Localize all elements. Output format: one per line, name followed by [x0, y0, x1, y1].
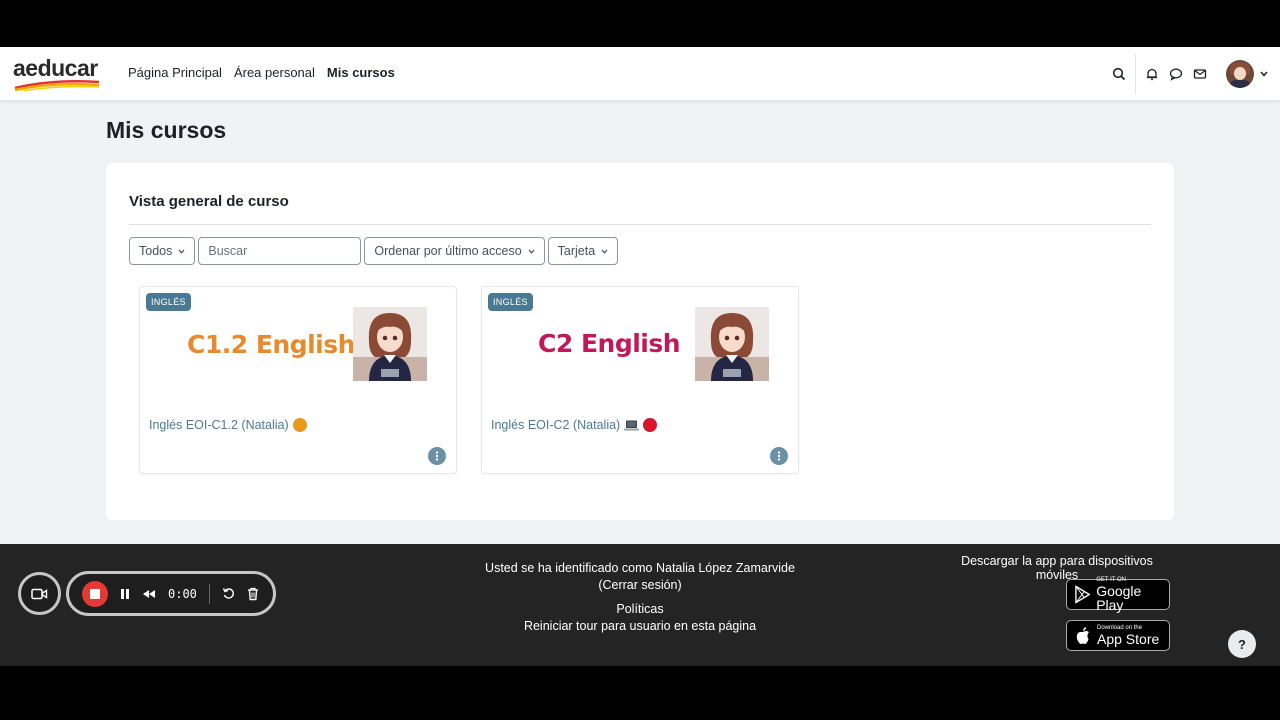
recording-time: 0:00: [168, 586, 197, 601]
logo-text: aeducar: [13, 55, 98, 81]
search-input[interactable]: [198, 237, 362, 265]
laptop-icon: [624, 420, 640, 430]
kebab-icon[interactable]: [770, 447, 788, 465]
course-name-link[interactable]: Inglés EOI-C2 (Natalia): [491, 418, 658, 432]
chevron-down-icon[interactable]: [1254, 62, 1274, 86]
camera-toggle-button[interactable]: [18, 572, 61, 615]
sort-label: Ordenar por último acceso: [374, 244, 522, 258]
chevron-down-icon: [601, 249, 608, 254]
site-logo[interactable]: aeducar: [13, 55, 103, 93]
course-name: Inglés EOI-C1.2 (Natalia): [149, 418, 289, 432]
camera-icon: [31, 588, 48, 599]
course-name: Inglés EOI-C2 (Natalia): [491, 418, 621, 432]
letterbox-bottom: [0, 666, 1280, 720]
grouping-label: Todos: [139, 244, 173, 258]
red-circle-icon: [643, 418, 658, 432]
app-store-large: App Store: [1097, 631, 1160, 647]
nav-area-personal[interactable]: Área personal: [234, 65, 315, 80]
course-illustration-icon: [353, 307, 427, 381]
nav-icons: [1107, 47, 1280, 100]
chat-icon[interactable]: [1164, 62, 1188, 86]
category-badge: INGLÉS: [146, 293, 191, 311]
course-card[interactable]: INGLÉS C1.2 English Inglés EOI-C1.2 (Nat…: [139, 286, 457, 474]
divider: [129, 224, 1151, 225]
reset-tour-link[interactable]: Reiniciar tour para usuario en esta pági…: [440, 618, 840, 635]
chevron-down-icon: [528, 249, 535, 254]
recorder-controls: 0:00: [66, 571, 276, 616]
sort-dropdown[interactable]: Ordenar por último acceso: [364, 237, 545, 265]
category-badge: INGLÉS: [488, 293, 533, 311]
course-image[interactable]: INGLÉS C2 English: [482, 287, 800, 402]
app-download: Descargar la app para dispositivos móvil…: [940, 554, 1174, 651]
stop-recording-button[interactable]: [82, 580, 108, 607]
google-play-badge[interactable]: GET IT ON Google Play: [1066, 577, 1170, 613]
course-overview-block: Vista general de curso Todos Ordenar por…: [106, 163, 1174, 520]
nav-mis-cursos[interactable]: Mis cursos: [327, 65, 395, 80]
kebab-icon[interactable]: [428, 447, 446, 465]
logged-in-text: Usted se ha identificado como Natalia Ló…: [485, 561, 795, 575]
rewind-icon[interactable]: [142, 589, 156, 599]
nav-pagina-principal[interactable]: Página Principal: [128, 65, 222, 80]
search-icon[interactable]: [1107, 62, 1131, 86]
app-store-badge[interactable]: Download on the App Store: [1066, 620, 1170, 651]
page-title: Mis cursos: [106, 117, 227, 143]
chevron-down-icon: [178, 249, 185, 254]
google-play-large: Google Play: [1096, 583, 1142, 613]
recorder-separator: [208, 583, 210, 604]
course-image[interactable]: INGLÉS C1.2 English: [140, 287, 458, 402]
course-illustration-icon: [695, 307, 769, 381]
nav-separator: [1135, 53, 1136, 94]
mail-icon[interactable]: [1188, 62, 1212, 86]
block-title: Vista general de curso: [129, 193, 289, 210]
course-name-link[interactable]: Inglés EOI-C1.2 (Natalia): [149, 418, 307, 432]
course-image-title: C2 English: [538, 329, 681, 358]
logout-link[interactable]: (Cerrar sesión): [440, 577, 840, 594]
trash-icon[interactable]: [247, 587, 259, 601]
course-image-title: C1.2 English: [187, 330, 355, 359]
grouping-dropdown[interactable]: Todos: [129, 237, 196, 265]
bell-icon[interactable]: [1140, 62, 1164, 86]
view-dropdown[interactable]: Tarjeta: [547, 237, 619, 265]
primary-nav: Página Principal Área personal Mis curso…: [128, 65, 395, 80]
help-button[interactable]: ?: [1228, 630, 1256, 658]
restart-icon[interactable]: [222, 587, 235, 600]
footer-center: Usted se ha identificado como Natalia Ló…: [440, 560, 840, 635]
play-store-icon: [1075, 585, 1091, 604]
letterbox-top: [0, 0, 1280, 47]
top-navbar: aeducar Página Principal Área personal M…: [0, 47, 1280, 100]
user-avatar[interactable]: [1226, 59, 1254, 88]
orange-circle-icon: [292, 418, 307, 432]
pause-icon[interactable]: [120, 588, 130, 600]
filter-bar: Todos Ordenar por último acceso Tarjeta: [129, 237, 619, 265]
view-label: Tarjeta: [557, 244, 596, 258]
logo-swoosh-icon: [14, 80, 100, 91]
policies-link[interactable]: Políticas: [440, 601, 840, 618]
course-card[interactable]: INGLÉS C2 English Inglés EOI-C2 (Natalia…: [481, 286, 799, 474]
apple-icon: [1076, 626, 1089, 644]
